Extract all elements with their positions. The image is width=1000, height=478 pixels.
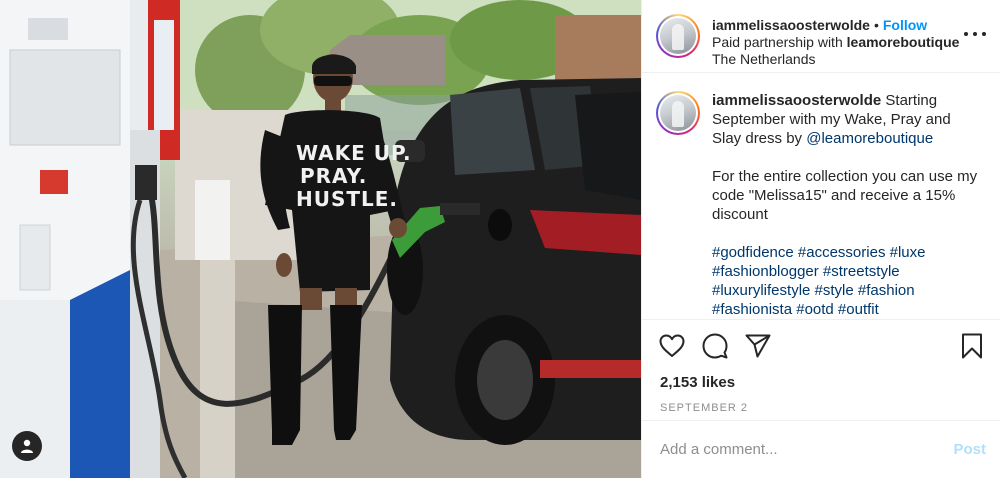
- partner-link[interactable]: leamoreboutique: [847, 34, 960, 50]
- user-tag-button[interactable]: [12, 431, 42, 461]
- location-link[interactable]: The Netherlands: [712, 51, 959, 68]
- comment-icon: [702, 333, 728, 358]
- caption-mention[interactable]: @leamoreboutique: [806, 130, 933, 147]
- paid-partnership: Paid partnership with leamoreboutique: [712, 34, 959, 51]
- shirt-text-line-3: HUSTLE.: [296, 187, 398, 211]
- share-icon: [745, 334, 771, 357]
- paid-partnership-prefix: Paid partnership with: [712, 34, 847, 50]
- caption-avatar[interactable]: [656, 91, 700, 135]
- author-info: iammelissaoosterwolde • Follow Paid part…: [712, 17, 959, 68]
- author-avatar[interactable]: [656, 14, 700, 58]
- post-comment-button[interactable]: Post: [953, 441, 986, 458]
- action-bar: [642, 319, 1000, 371]
- author-username[interactable]: iammelissaoosterwolde: [712, 17, 870, 34]
- caption-paragraph-2: For the entire collection you can use my…: [712, 168, 978, 223]
- post-photo[interactable]: WAKE UP. PRAY. HUSTLE.: [0, 0, 641, 478]
- post-photo-scene: WAKE UP. PRAY. HUSTLE.: [0, 0, 641, 478]
- caption: iammelissaoosterwolde Starting September…: [712, 91, 980, 319]
- caption-username[interactable]: iammelissaoosterwolde: [712, 92, 881, 109]
- follow-button[interactable]: Follow: [883, 17, 927, 34]
- more-options-icon[interactable]: [964, 26, 986, 42]
- caption-avatar-image: [660, 95, 696, 131]
- add-comment-bar: Post: [642, 420, 1000, 478]
- caption-hashtags[interactable]: #godfidence #accessories #luxe #fashionb…: [712, 243, 980, 319]
- separator-dot: •: [873, 17, 879, 33]
- post-sidebar: iammelissaoosterwolde • Follow Paid part…: [641, 0, 1000, 478]
- shirt-text-line-2: PRAY.: [300, 164, 367, 188]
- post-header: iammelissaoosterwolde • Follow Paid part…: [642, 0, 1000, 73]
- save-button[interactable]: [958, 332, 986, 360]
- heart-icon: [659, 334, 685, 357]
- shirt-text-line-1: WAKE UP.: [296, 141, 412, 165]
- instagram-post: WAKE UP. PRAY. HUSTLE. iammelissaoosterw…: [0, 0, 1000, 478]
- post-date[interactable]: SEPTEMBER 2: [642, 395, 1000, 421]
- bookmark-icon: [962, 333, 982, 358]
- likes-count[interactable]: 2,153 likes: [642, 371, 1000, 395]
- share-button[interactable]: [744, 332, 772, 360]
- user-tag-icon: [21, 439, 33, 453]
- comments-area[interactable]: iammelissaoosterwolde Starting September…: [642, 73, 1000, 319]
- like-button[interactable]: [658, 332, 686, 360]
- comment-button[interactable]: [701, 332, 729, 360]
- author-avatar-image: [660, 18, 696, 54]
- comment-input[interactable]: [660, 441, 946, 458]
